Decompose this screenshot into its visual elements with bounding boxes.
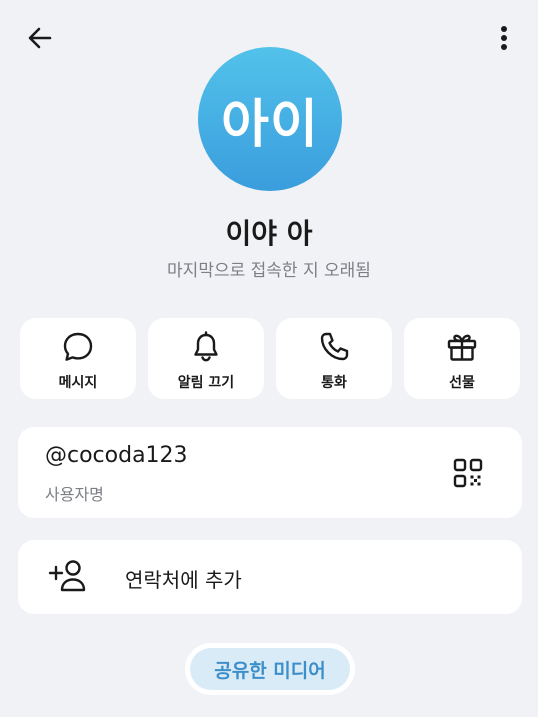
profile-name: 이야 아 <box>225 217 313 250</box>
add-contact-button[interactable]: 연락처에 추가 <box>18 540 522 614</box>
message-button[interactable]: 메시지 <box>20 318 136 399</box>
mute-notifications-button[interactable]: 알림 끄기 <box>148 318 264 399</box>
shared-media-label: 공유한 미디어 <box>214 659 326 682</box>
gift-icon <box>445 330 479 364</box>
qr-code-button[interactable] <box>448 453 488 493</box>
mute-label: 알림 끄기 <box>177 375 235 391</box>
back-button[interactable] <box>20 18 60 58</box>
bell-icon <box>189 330 223 364</box>
shared-media-pill: 공유한 미디어 <box>190 648 350 690</box>
call-label: 통화 <box>321 375 347 391</box>
add-contact-label: 연락처에 추가 <box>125 568 242 592</box>
gift-label: 선물 <box>449 375 475 391</box>
shared-media-button[interactable]: 공유한 미디어 <box>185 643 355 695</box>
last-seen-status: 마지막으로 접속한 지 오래됨 <box>167 261 371 281</box>
chat-bubble-icon <box>61 330 95 364</box>
more-options-button[interactable] <box>484 18 524 58</box>
username-value: @cocoda123 <box>45 443 188 468</box>
username-card[interactable]: @cocoda123 사용자명 <box>18 427 522 518</box>
qr-code-icon <box>453 458 483 488</box>
gift-button[interactable]: 선물 <box>404 318 520 399</box>
message-label: 메시지 <box>58 375 98 391</box>
username-caption: 사용자명 <box>45 485 104 504</box>
call-button[interactable]: 통화 <box>276 318 392 399</box>
arrow-left-icon <box>26 24 54 52</box>
phone-icon <box>317 330 351 364</box>
avatar-initials: 아이 <box>221 94 319 155</box>
action-row: 메시지 알림 끄기 통화 선물 <box>20 318 520 399</box>
add-contact-icon <box>46 556 90 596</box>
more-vertical-icon <box>500 25 508 51</box>
avatar[interactable]: 아이 <box>198 47 342 191</box>
